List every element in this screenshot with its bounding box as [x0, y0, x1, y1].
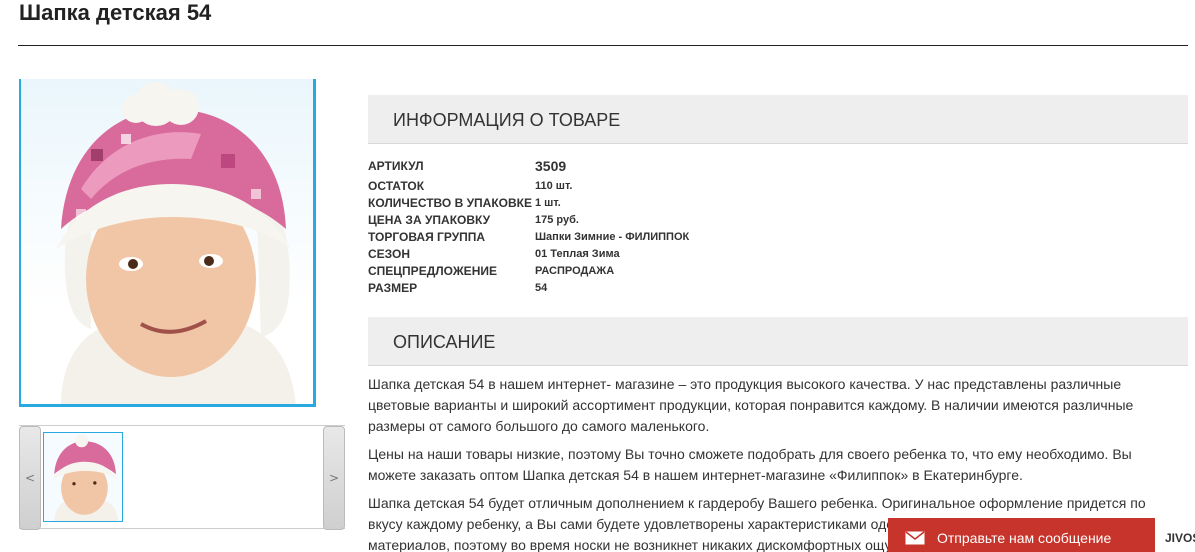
attribute-row: ОСТАТОК 110 шт. — [368, 177, 689, 194]
carousel-prev-button[interactable]: < — [19, 426, 41, 530]
product-main-image[interactable] — [19, 79, 316, 407]
attribute-row: КОЛИЧЕСТВО В УПАКОВКЕ 1 шт. — [368, 194, 689, 211]
attribute-label: КОЛИЧЕСТВО В УПАКОВКЕ — [368, 195, 532, 210]
description-paragraph: Цены на наши товары низкие, поэтому Вы т… — [368, 446, 1132, 483]
attribute-value: 01 Теплая Зима — [535, 247, 620, 260]
attribute-row: СЕЗОН 01 Теплая Зима — [368, 245, 689, 262]
attribute-label: ТОРГОВАЯ ГРУППА — [368, 229, 486, 244]
attribute-label: АРТИКУЛ — [368, 159, 424, 173]
child-hat-photo — [56, 82, 296, 404]
attribute-value: 54 — [535, 281, 548, 294]
carousel-next-button[interactable]: > — [323, 426, 345, 530]
chat-brand-logo: JIVOSITE — [1155, 518, 1195, 552]
envelope-icon — [905, 531, 925, 545]
product-info-heading: ИНФОРМАЦИЯ О ТОВАРЕ — [368, 95, 1188, 144]
attribute-value: 1 шт. — [535, 196, 561, 209]
chevron-left-icon: < — [24, 471, 36, 485]
attribute-value: РАСПРОДАЖА — [535, 264, 615, 277]
attribute-value: 175 руб. — [535, 213, 579, 226]
attribute-row: ТОРГОВАЯ ГРУППА Шапки Зимние - ФИЛИППОК — [368, 228, 689, 245]
attribute-row: РАЗМЕР 54 — [368, 279, 689, 296]
thumbnail-image[interactable] — [43, 432, 123, 522]
attribute-row: АРТИКУЛ 3509 — [368, 155, 689, 177]
page-title: Шапка детская 54 — [19, 0, 212, 25]
title-divider — [18, 45, 1188, 46]
chat-label: Отправьте нам сообщение — [937, 530, 1112, 546]
description-heading: ОПИСАНИЕ — [368, 317, 1188, 366]
attribute-label: СЕЗОН — [368, 246, 411, 261]
product-attributes: АРТИКУЛ 3509 ОСТАТОК 110 шт. КОЛИЧЕСТВО … — [368, 155, 689, 296]
attribute-value: 110 шт. — [535, 179, 573, 192]
attribute-value: 3509 — [535, 158, 567, 174]
chat-widget[interactable]: Отправьте нам сообщение JIVOSITE — [888, 518, 1195, 552]
chevron-right-icon: > — [328, 471, 340, 485]
thumbnail-photo — [52, 434, 119, 521]
attribute-label: ЦЕНА ЗА УПАКОВКУ — [368, 212, 491, 227]
attribute-value: Шапки Зимние - ФИЛИППОК — [535, 230, 690, 243]
attribute-label: СПЕЦПРЕДЛОЖЕНИЕ — [368, 263, 497, 278]
attribute-label: РАЗМЕР — [368, 280, 418, 295]
thumbnail-carousel: < > — [19, 425, 345, 530]
attribute-row: ЦЕНА ЗА УПАКОВКУ 175 руб. — [368, 211, 689, 228]
attribute-label: ОСТАТОК — [368, 178, 425, 193]
attribute-row: СПЕЦПРЕДЛОЖЕНИЕ РАСПРОДАЖА — [368, 262, 689, 279]
description-paragraph: Шапка детская 54 в нашем интернет- магаз… — [368, 376, 1134, 434]
